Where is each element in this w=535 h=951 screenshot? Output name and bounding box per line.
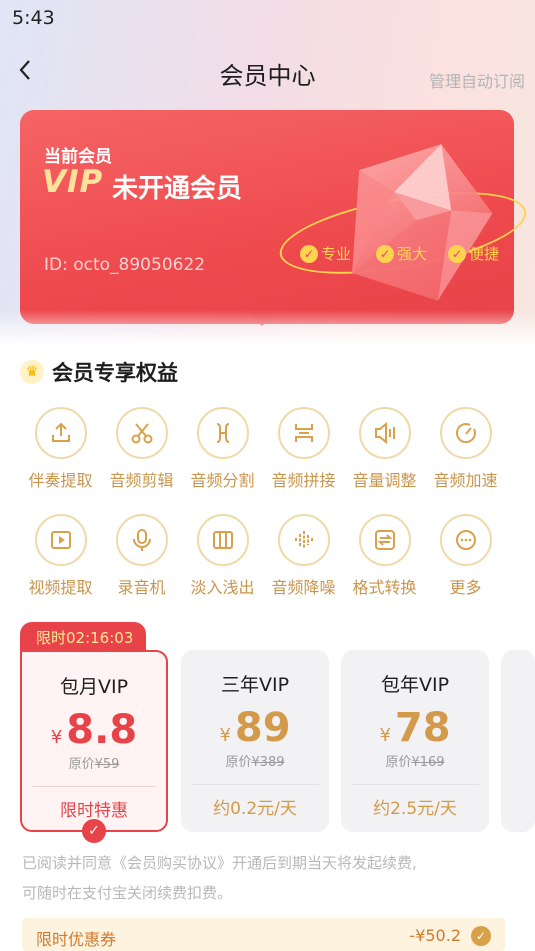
original-price: 原价¥169	[385, 755, 445, 770]
divider	[32, 786, 156, 787]
status-bar-time: 5:43	[12, 7, 55, 29]
coupon-label: 限时优惠券	[36, 930, 117, 949]
coupon-row[interactable]: 限时优惠券 -¥50.2 ✓	[22, 918, 505, 951]
benefit-audio-cut[interactable]: 音频剪辑	[101, 407, 182, 491]
benefit-format-convert[interactable]: 格式转换	[344, 514, 425, 598]
benefits-grid: 伴奏提取 音频剪辑 音频分割 音频拼接 音量调整 音频加速 视频提取 录音机 淡…	[20, 407, 520, 598]
diamond-gem-icon	[352, 144, 493, 301]
benefit-recorder[interactable]: 录音机	[101, 514, 182, 598]
manage-subscription-link[interactable]: 管理自动订阅	[429, 68, 525, 92]
divider	[351, 784, 479, 785]
plan-card-partial[interactable]	[501, 650, 535, 832]
benefit-noise-reduction[interactable]: 音频降噪	[263, 514, 344, 598]
fade-icon	[196, 514, 249, 566]
benefit-fade-in-out[interactable]: 淡入浅出	[182, 514, 263, 598]
plan-selector: 限时02:16:03 包月VIP ¥ 8.8 原价¥59 限时特惠 三年VIP …	[20, 622, 535, 843]
coupon-amount: -¥50.2	[409, 926, 461, 945]
benefit-volume-adjust[interactable]: 音量调整	[344, 407, 425, 491]
microphone-icon	[115, 514, 168, 566]
plan-price: ¥ 78	[379, 705, 451, 751]
plan-price: ¥ 8.8	[50, 707, 138, 753]
convert-icon	[358, 514, 411, 566]
benefit-audio-split[interactable]: 音频分割	[182, 407, 263, 491]
crown-icon: ♛	[20, 360, 44, 384]
selected-check-icon: ✓	[82, 819, 106, 843]
plan-tag: 限时特惠	[60, 801, 128, 821]
video-icon	[34, 514, 87, 566]
feature-professional: ✓ 专业	[300, 243, 351, 264]
original-price: 原价¥389	[225, 755, 285, 770]
original-price: 原价¥59	[68, 757, 120, 772]
more-icon	[439, 514, 492, 566]
merge-icon	[277, 407, 330, 459]
plan-card-yearly[interactable]: 包年VIP ¥ 78 原价¥169 约2.5元/天	[341, 650, 489, 832]
noise-reduction-icon	[277, 514, 330, 566]
membership-status: 未开通会员	[112, 174, 243, 204]
benefit-video-extract[interactable]: 视频提取	[20, 514, 101, 598]
benefits-title: 会员专享权益	[52, 361, 178, 385]
benefits-header: ♛ 会员专享权益	[20, 357, 178, 387]
plan-card-three-year[interactable]: 三年VIP ¥ 89 原价¥389 约0.2元/天	[181, 650, 329, 832]
scissors-icon	[115, 407, 168, 459]
feature-powerful: ✓ 强大	[376, 243, 427, 264]
check-icon: ✓	[300, 244, 318, 263]
speed-icon	[439, 407, 492, 459]
vip-status-card: 当前会员 VIP 未开通会员 ID: octo_89050622 ✓ 专业 ✓ …	[20, 110, 533, 324]
plan-tag: 约0.2元/天	[213, 799, 297, 819]
check-icon: ✓	[448, 244, 466, 263]
card-fade-overlay	[0, 310, 535, 360]
check-icon: ✓	[376, 244, 394, 263]
split-icon	[196, 407, 249, 459]
benefit-accompaniment-extract[interactable]: 伴奏提取	[20, 407, 101, 491]
feature-convenient: ✓ 便捷	[448, 243, 499, 264]
upload-icon	[34, 407, 87, 459]
benefit-audio-speed[interactable]: 音频加速	[425, 407, 506, 491]
benefit-audio-merge[interactable]: 音频拼接	[263, 407, 344, 491]
divider	[191, 784, 319, 785]
volume-icon	[358, 407, 411, 459]
user-id: ID: octo_89050622	[44, 255, 206, 275]
plan-price: ¥ 89	[219, 705, 291, 751]
purchase-agreement-text[interactable]: 已阅读并同意《会员购买协议》开通后到期当天将发起续费, 可随时在支付宝关闭续费扣…	[22, 848, 517, 908]
check-icon: ✓	[471, 926, 491, 946]
plan-tag: 约2.5元/天	[373, 799, 457, 819]
countdown-timer: 限时02:16:03	[20, 622, 146, 652]
benefit-more[interactable]: 更多	[425, 514, 506, 598]
vip-logo: VIP	[42, 164, 104, 200]
plan-card-monthly[interactable]: 包月VIP ¥ 8.8 原价¥59 限时特惠	[20, 650, 168, 832]
